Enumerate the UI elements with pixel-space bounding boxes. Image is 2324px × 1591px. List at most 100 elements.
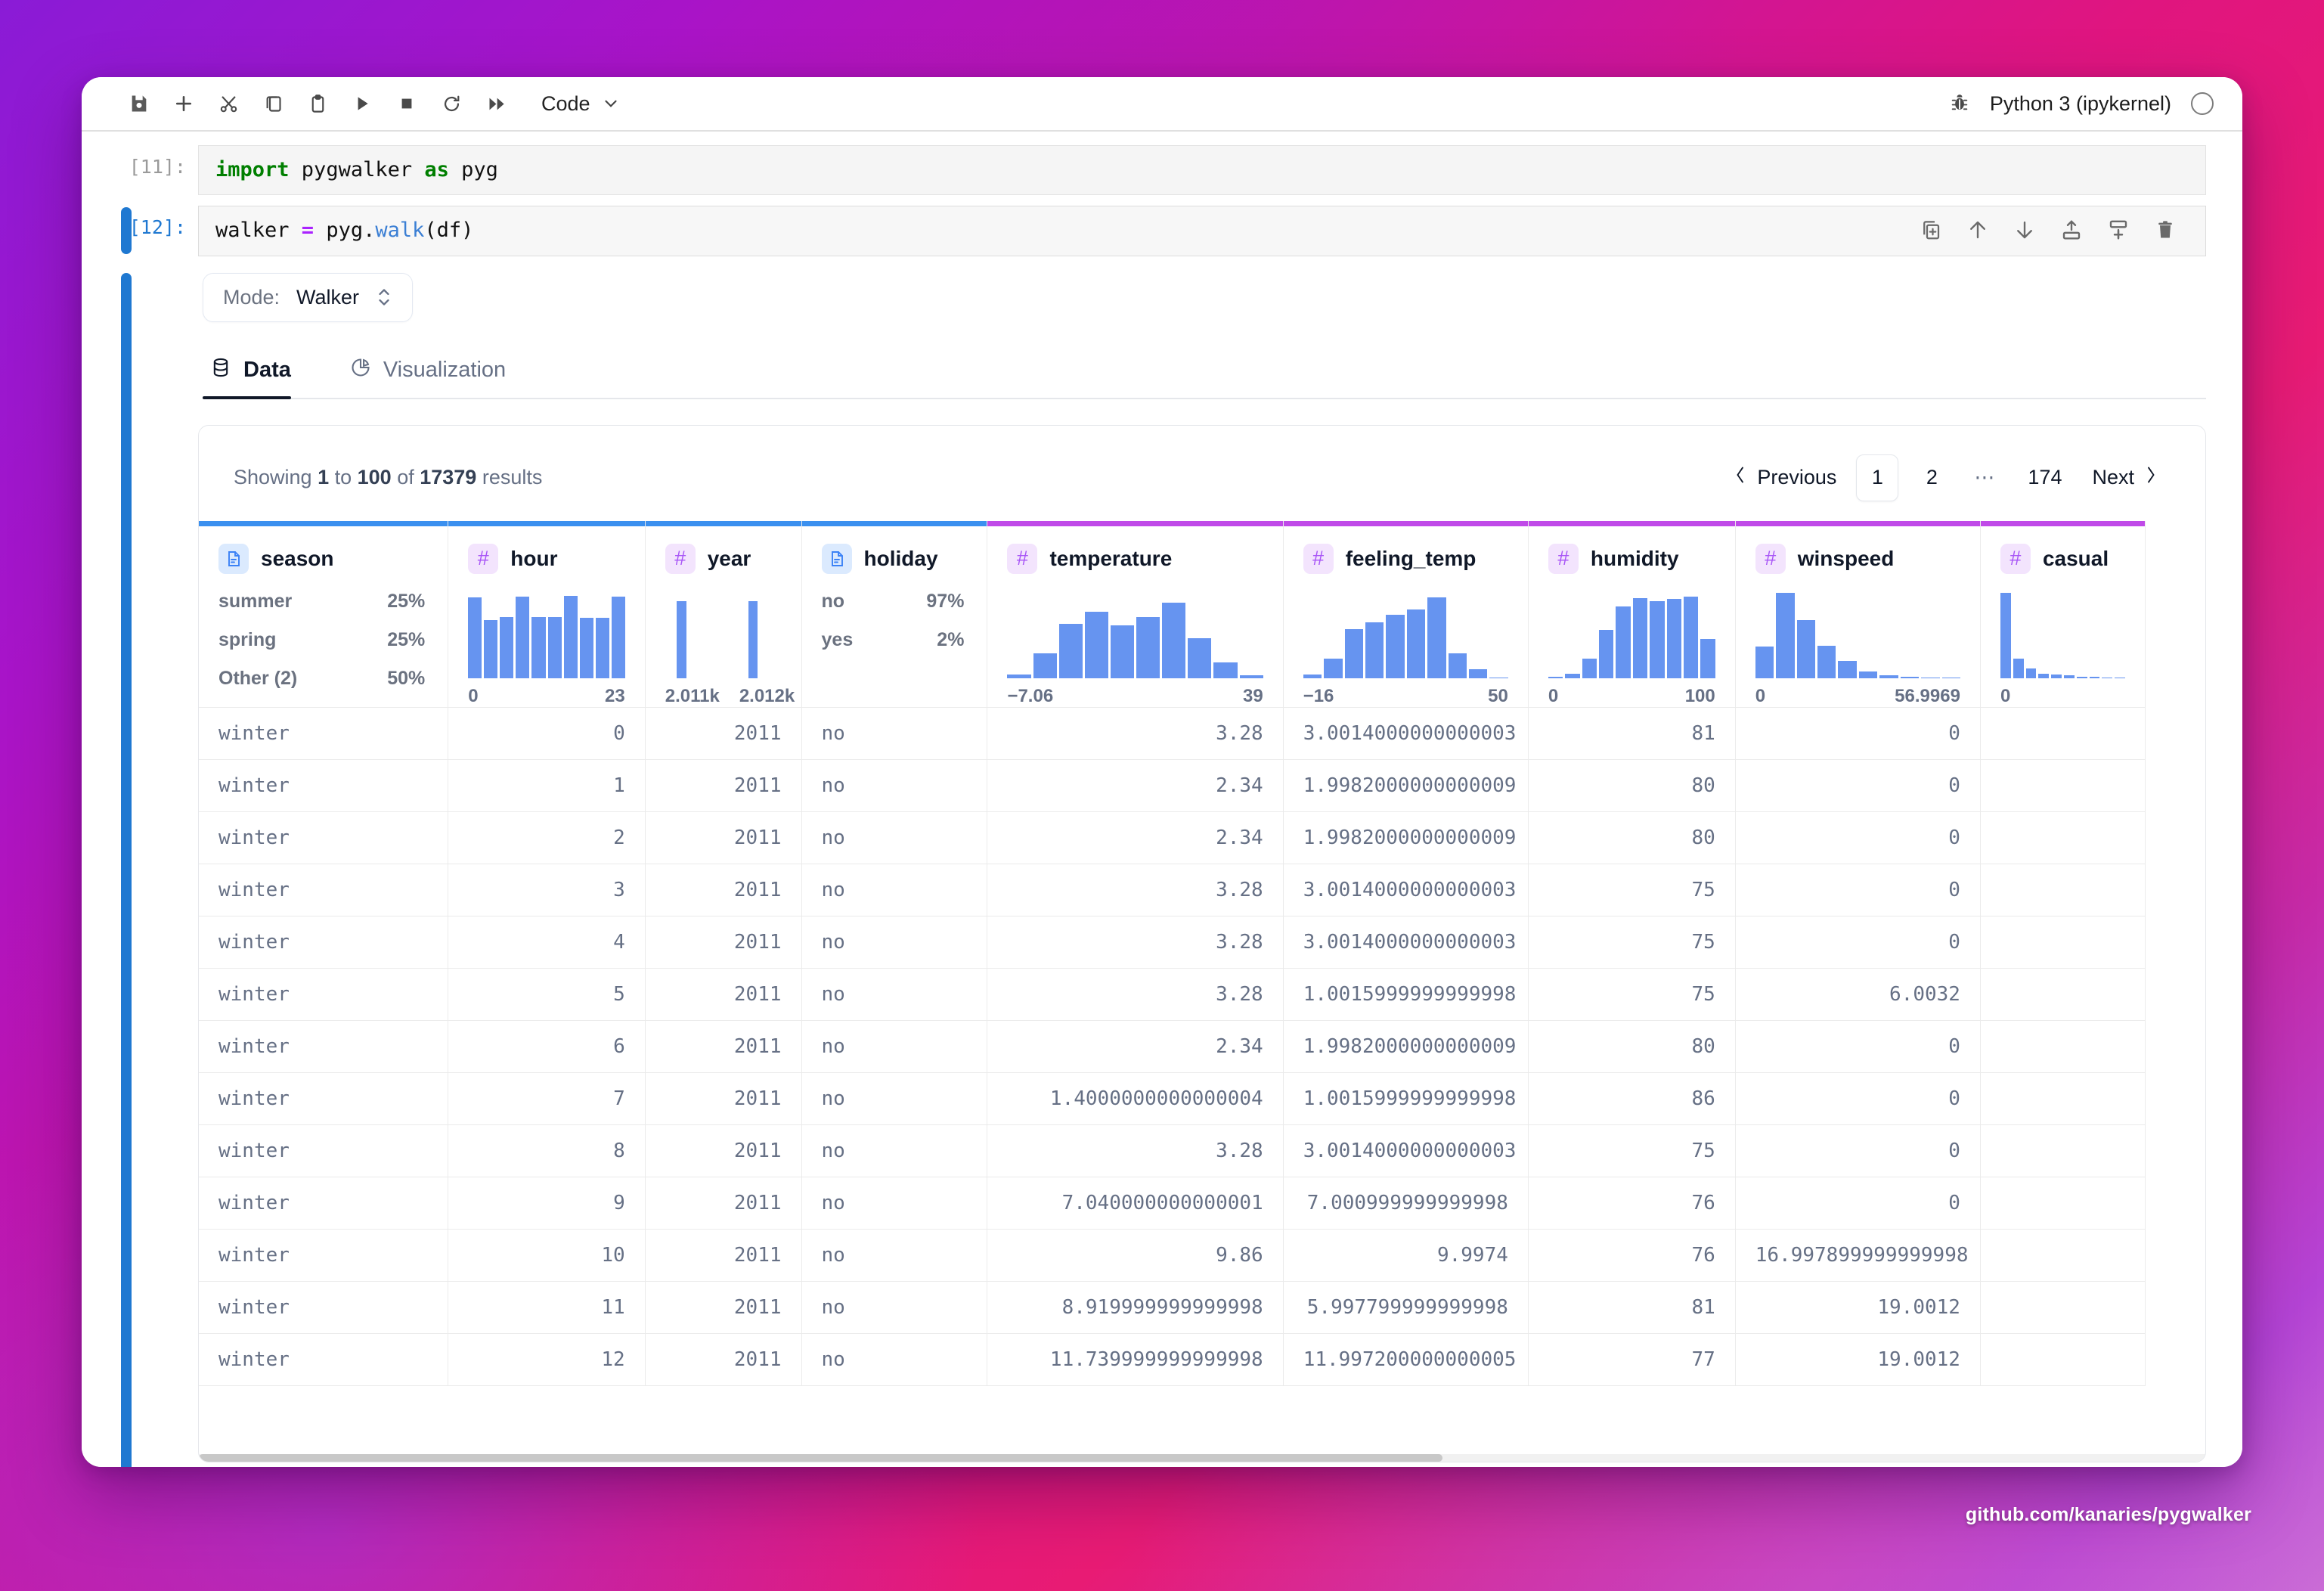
- histogram-bars: [1755, 591, 1960, 678]
- table-row[interactable]: winter 8 2011 no 3.28 3.0014000000000003 75 0: [199, 1124, 2146, 1177]
- cell-type-selector[interactable]: Code: [534, 88, 628, 120]
- insert-cell-above-icon[interactable]: [2059, 217, 2084, 243]
- column-header-hour[interactable]: # hour 0 23: [448, 520, 646, 708]
- column-header-winspeed[interactable]: # winspeed 0 56.9969: [1735, 520, 1981, 708]
- insert-cell-below-icon[interactable]: [2106, 217, 2131, 243]
- column-name-label: feeling_temp: [1345, 546, 1477, 570]
- category-key: yes: [821, 628, 854, 650]
- table-row[interactable]: winter 5 2011 no 3.28 1.0015999999999998 75 6.0…: [199, 968, 2146, 1021]
- histogram-bars: [468, 591, 625, 678]
- column-header-feeling_temp[interactable]: # feeling_temp −16 50: [1283, 520, 1529, 708]
- table-cell-hour: 7: [448, 1072, 646, 1125]
- mode-label: Mode:: [223, 285, 280, 309]
- table-cell-humidity: 80: [1528, 1020, 1736, 1073]
- table-cell-feeling_temp: 1.9982000000000009: [1283, 1020, 1529, 1073]
- restart-run-all-icon[interactable]: [475, 83, 517, 124]
- page-number-1[interactable]: 1: [1856, 454, 1899, 501]
- table-cell-hour: 11: [448, 1281, 646, 1334]
- horizontal-scrollbar[interactable]: [199, 1453, 2205, 1462]
- add-cell-icon[interactable]: [163, 83, 205, 124]
- toolbar-icon-group: [118, 83, 517, 124]
- table-cell-temperature: 1.4000000000000004: [987, 1072, 1284, 1125]
- previous-page-button[interactable]: Previous: [1721, 457, 1848, 498]
- run-icon[interactable]: [341, 83, 383, 124]
- table-cell-humidity: 81: [1528, 707, 1736, 760]
- notebook-cell-active[interactable]: [12]: walker = pyg.walk(df): [82, 206, 2242, 256]
- kernel-idle-circle[interactable]: [2191, 92, 2214, 115]
- histogram-bar: [1776, 593, 1795, 678]
- column-histogram: 0 56.9969: [1736, 591, 1980, 707]
- page-number-2[interactable]: 2: [1910, 454, 1953, 501]
- table-cell-winspeed: 0: [1735, 1020, 1981, 1073]
- next-page-button[interactable]: Next: [2080, 457, 2171, 498]
- table-cell-holiday: no: [801, 759, 988, 812]
- table-cell-casual: [1980, 916, 2146, 969]
- mode-selector[interactable]: Mode: Walker: [203, 272, 414, 322]
- table-row[interactable]: winter 10 2011 no 9.86 9.9974 76 16.99789999999…: [199, 1229, 2146, 1282]
- column-header-temperature[interactable]: # temperature −7.06 39: [987, 520, 1284, 708]
- move-cell-up-icon[interactable]: [1965, 217, 1991, 243]
- save-icon[interactable]: [118, 83, 160, 124]
- column-header-humidity[interactable]: # humidity 0 100: [1528, 520, 1736, 708]
- histogram-bar: [1427, 597, 1446, 678]
- table-cell-hour: 6: [448, 1020, 646, 1073]
- table-row[interactable]: winter 0 2011 no 3.28 3.0014000000000003 81 0: [199, 707, 2146, 760]
- table-cell-humidity: 81: [1528, 1281, 1736, 1334]
- table-cell-winspeed: 0: [1735, 707, 1981, 760]
- cell-source-12[interactable]: walker = pyg.walk(df): [198, 206, 2206, 256]
- cell-source-11[interactable]: import pygwalker as pyg: [198, 145, 2206, 196]
- bug-icon[interactable]: [1949, 91, 1970, 116]
- notebook-cell[interactable]: [11]: import pygwalker as pyg: [82, 145, 2242, 196]
- stop-icon[interactable]: [386, 83, 428, 124]
- page-number-last[interactable]: 174: [2017, 454, 2072, 501]
- table-cell-temperature: 8.919999999999998: [987, 1281, 1284, 1334]
- axis-min-label: −7.06: [1007, 685, 1054, 706]
- table-row[interactable]: winter 3 2011 no 3.28 3.0014000000000003 75 0: [199, 864, 2146, 916]
- table-row[interactable]: winter 7 2011 no 1.4000000000000004 1.0015999…: [199, 1072, 2146, 1125]
- table-row[interactable]: winter 9 2011 no 7.040000000000001 7.00099999…: [199, 1177, 2146, 1230]
- results-summary: Showing 1 to 100 of 17379 results: [234, 466, 542, 489]
- table-cell-feeling_temp: 3.0014000000000003: [1283, 707, 1529, 760]
- restart-icon[interactable]: [430, 83, 473, 124]
- table-row[interactable]: winter 4 2011 no 3.28 3.0014000000000003 75 0: [199, 916, 2146, 969]
- duplicate-cell-icon[interactable]: [1918, 217, 1944, 243]
- toolbar-right-group: Python 3 (ipykernel): [1949, 91, 2220, 116]
- table-row[interactable]: winter 12 2011 no 11.739999999999998 11.99720…: [199, 1333, 2146, 1386]
- column-title: # winspeed: [1736, 521, 1980, 574]
- histogram-bar: [1879, 675, 1898, 678]
- text-type-icon: [821, 543, 852, 574]
- move-cell-down-icon[interactable]: [2012, 217, 2037, 243]
- histogram-bar: [1365, 622, 1384, 678]
- table-row[interactable]: winter 2 2011 no 2.34 1.9982000000000009 80 0: [199, 811, 2146, 864]
- histogram-bar: [1616, 606, 1631, 678]
- horizontal-scrollbar-thumb[interactable]: [199, 1453, 1443, 1462]
- code-token: walk: [375, 219, 425, 243]
- tab-data[interactable]: Data: [203, 345, 311, 399]
- data-table: season summer 25% spring 25% Other (2) 50% # hou…: [199, 520, 2146, 1386]
- code-token: import: [215, 158, 290, 181]
- kernel-name-label[interactable]: Python 3 (ipykernel): [1990, 92, 2171, 116]
- table-cell-holiday: no: [801, 864, 988, 916]
- code-token: pyg: [448, 158, 498, 181]
- paste-icon[interactable]: [296, 83, 339, 124]
- column-name-label: season: [261, 546, 334, 570]
- pie-chart-icon: [350, 357, 371, 384]
- copy-icon[interactable]: [252, 83, 294, 124]
- table-cell-holiday: no: [801, 1177, 988, 1230]
- column-header-season[interactable]: season summer 25% spring 25% Other (2) 50%: [199, 520, 449, 708]
- chevron-down-icon: [601, 94, 621, 113]
- delete-cell-icon[interactable]: [2152, 217, 2178, 243]
- column-header-holiday[interactable]: holiday no 97% yes 2%: [801, 520, 988, 708]
- column-header-casual[interactable]: # casual 0: [1980, 520, 2146, 708]
- tab-visualization[interactable]: Visualization: [342, 345, 525, 398]
- histogram-axis: 0 100: [1548, 686, 1715, 707]
- table-row[interactable]: winter 11 2011 no 8.919999999999998 5.9977999…: [199, 1281, 2146, 1334]
- cut-icon[interactable]: [207, 83, 249, 124]
- category-percent: 50%: [387, 667, 426, 689]
- table-row[interactable]: winter 6 2011 no 2.34 1.9982000000000009 80 0: [199, 1020, 2146, 1073]
- histogram-bar: [1188, 637, 1212, 678]
- table-row[interactable]: winter 1 2011 no 2.34 1.9982000000000009 80 0: [199, 759, 2146, 812]
- data-table-wrapper[interactable]: season summer 25% spring 25% Other (2) 50% # hou…: [199, 520, 2205, 1386]
- column-histogram: 0 100: [1529, 591, 1735, 707]
- column-header-year[interactable]: # year 2.011k 2.012k: [645, 520, 802, 708]
